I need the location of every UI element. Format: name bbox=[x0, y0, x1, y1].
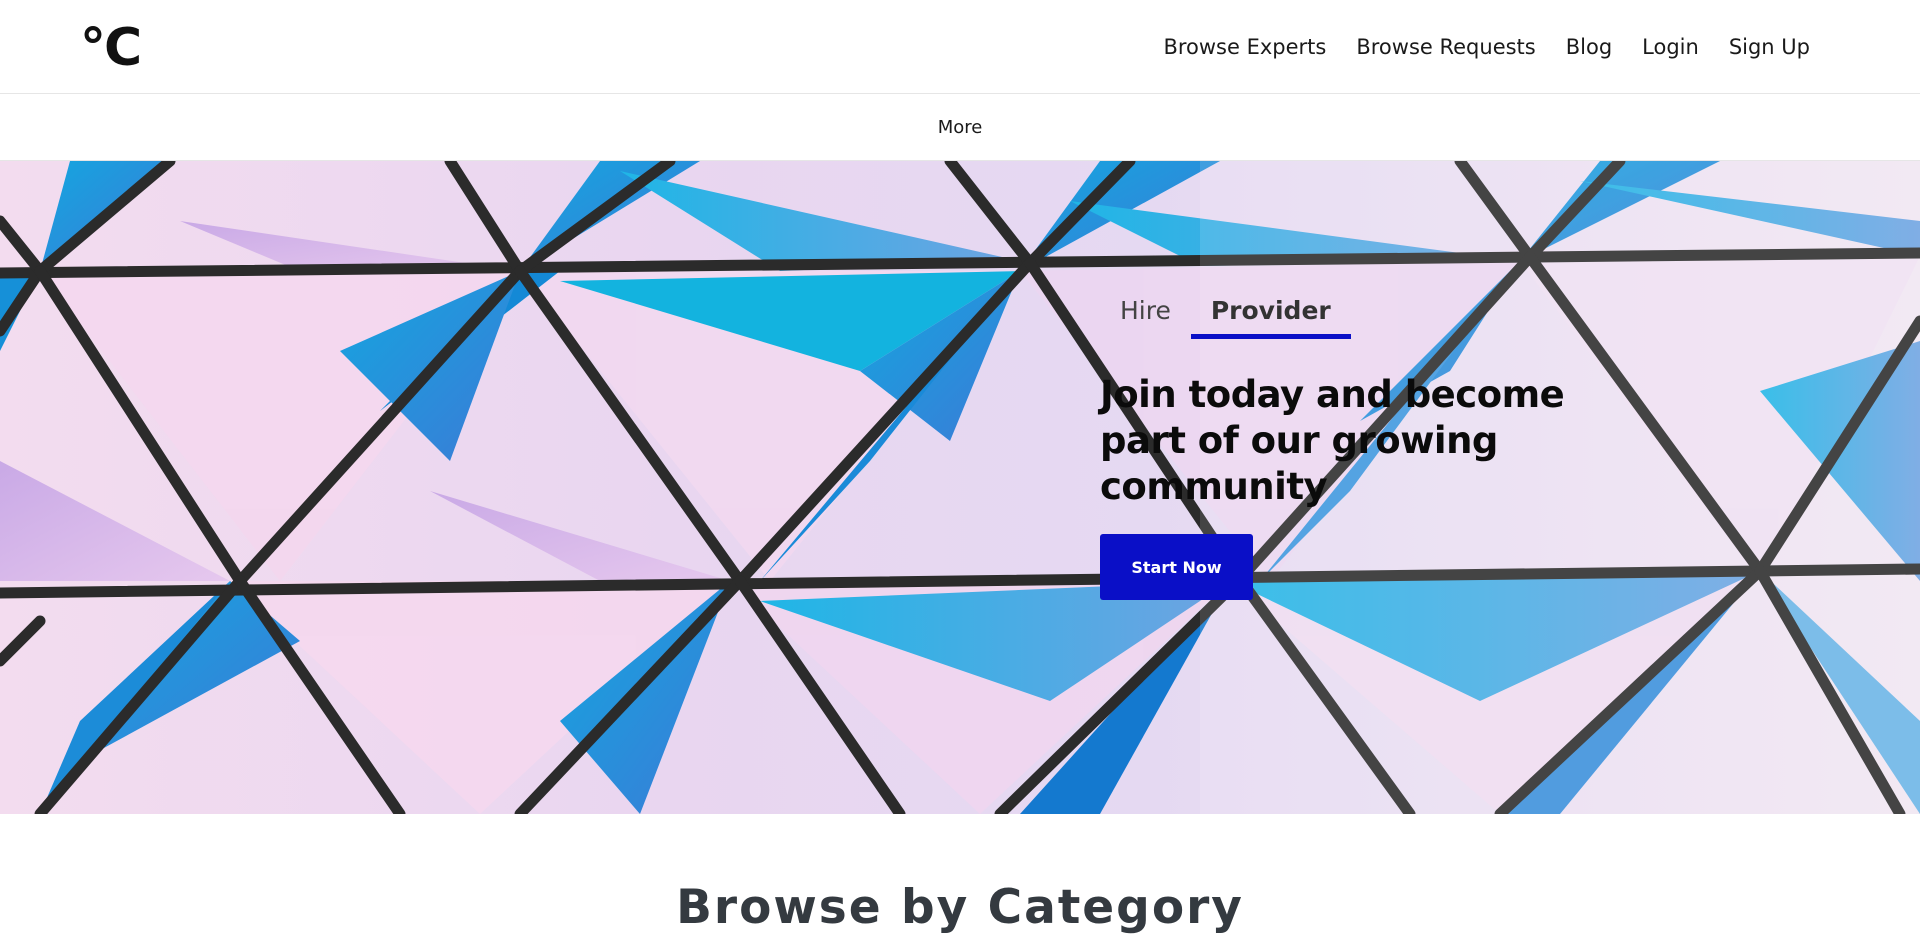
start-now-button[interactable]: Start Now bbox=[1100, 534, 1253, 600]
browse-by-category-heading: Browse by Category bbox=[676, 880, 1244, 935]
role-tabs: Hire Provider bbox=[1120, 296, 1351, 339]
hero-banner: Hire Provider Join today and become part… bbox=[0, 161, 1920, 814]
nav-browse-requests[interactable]: Browse Requests bbox=[1356, 30, 1535, 64]
nav-login[interactable]: Login bbox=[1642, 30, 1699, 64]
nav-sign-up[interactable]: Sign Up bbox=[1729, 30, 1810, 64]
site-logo[interactable]: °C bbox=[80, 18, 142, 78]
nav-blog[interactable]: Blog bbox=[1566, 30, 1612, 64]
main-nav: Browse Experts Browse Requests Blog Logi… bbox=[1163, 30, 1810, 64]
top-navigation-bar: °C Browse Experts Browse Requests Blog L… bbox=[0, 0, 1920, 94]
hero-headline: Join today and become part of our growin… bbox=[1100, 373, 1565, 508]
secondary-nav-bar: More bbox=[0, 95, 1920, 161]
more-menu-link[interactable]: More bbox=[938, 117, 983, 138]
tab-provider[interactable]: Provider bbox=[1190, 296, 1351, 339]
nav-browse-experts[interactable]: Browse Experts bbox=[1163, 30, 1326, 64]
tab-hire[interactable]: Hire bbox=[1120, 296, 1171, 339]
